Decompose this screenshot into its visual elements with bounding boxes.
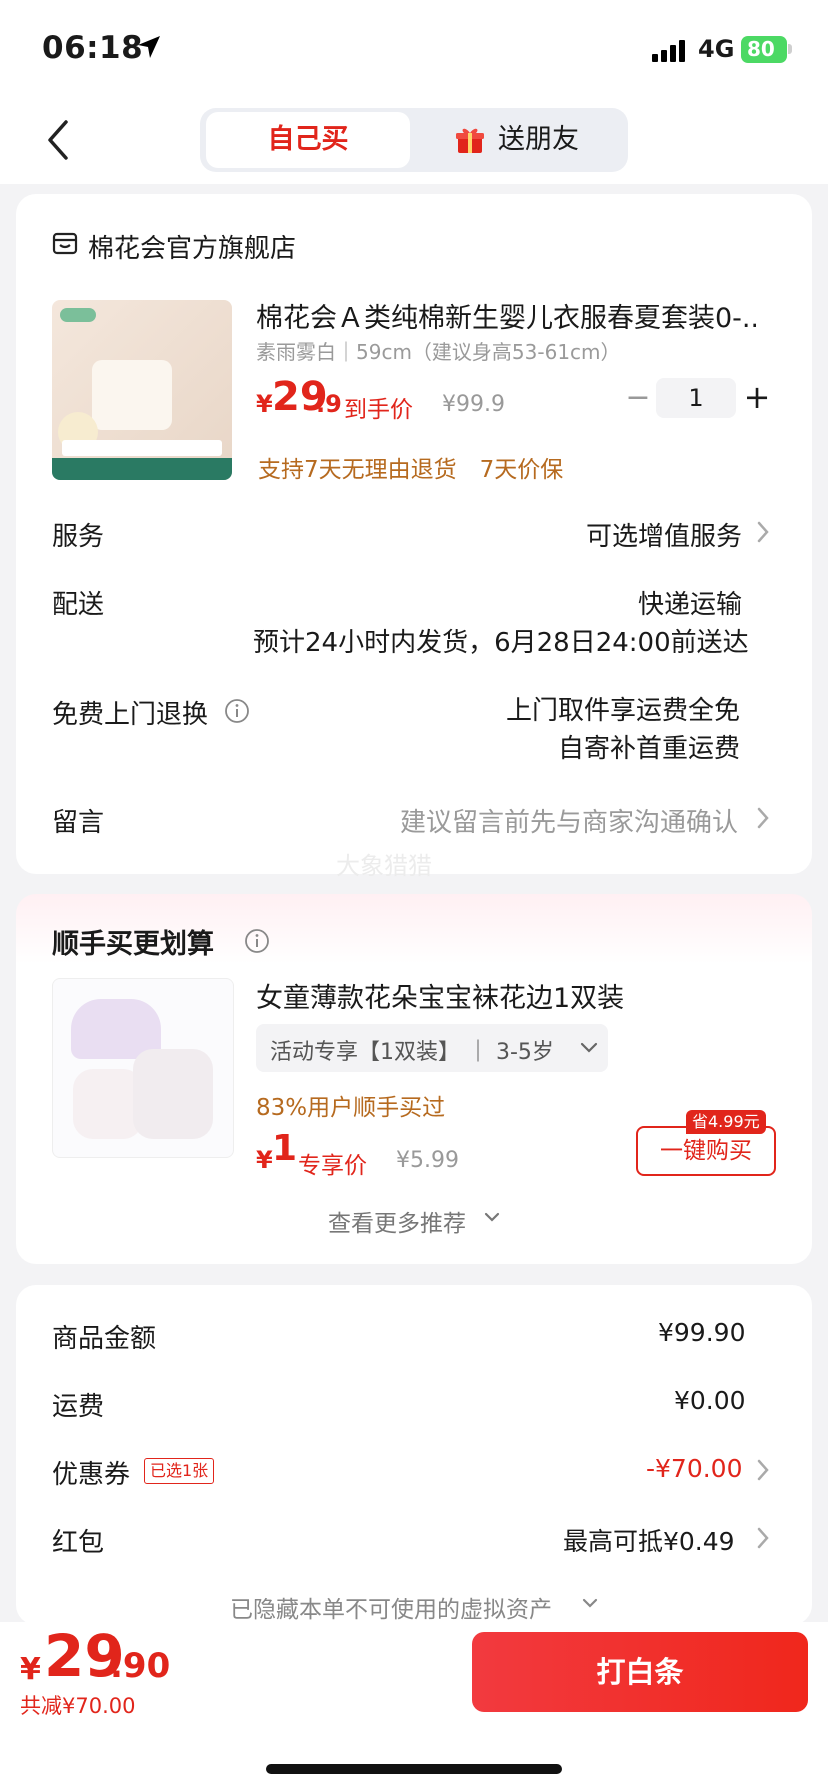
shipping-fee-label: 运费: [52, 1392, 105, 1422]
original-price: ¥99.9: [442, 392, 505, 417]
add-on-original-price: ¥5.99: [396, 1148, 459, 1173]
red-packet-label: 红包: [52, 1528, 105, 1558]
product-spec[interactable]: 素雨雾白｜59cm（建议身高53-61cm）: [256, 336, 621, 365]
delivery-method: 快递运输: [638, 590, 743, 620]
coupon-selected-tag: 已选1张: [144, 1458, 215, 1484]
price-decimal: .9: [316, 390, 342, 418]
goods-amount-label: 商品金额: [52, 1324, 157, 1354]
network-type: 4G: [698, 35, 735, 63]
delivery-eta: 预计24小时内发货，6月28日24:00前送达: [253, 628, 749, 658]
store-icon: [52, 232, 78, 255]
service-value[interactable]: 可选增值服务: [586, 516, 742, 553]
price-tag: 到手价: [344, 397, 413, 423]
add-on-title: 顺手买更划算: [52, 929, 214, 960]
location-arrow-icon: [138, 36, 160, 58]
coupon-label: 优惠券: [52, 1460, 131, 1490]
guarantee-text: 支持7天无理由退货 7天价保: [258, 457, 564, 483]
chevron-right-icon[interactable]: [756, 1526, 770, 1550]
shipping-fee-value: ¥0.00: [674, 1386, 746, 1415]
return-self-send-text: 自寄补首重运费: [558, 734, 741, 764]
status-time: 06:18: [42, 30, 144, 66]
red-packet-value[interactable]: 最高可抵¥0.49: [563, 1522, 735, 1558]
more-recommendations-link[interactable]: 查看更多推荐: [328, 1204, 466, 1238]
info-icon[interactable]: [224, 698, 250, 724]
product-title[interactable]: 棉花会Ａ类纯棉新生婴儿衣服春夏套装0-...: [256, 296, 756, 335]
hidden-assets-link[interactable]: 已隐藏本单不可使用的虚拟资产: [230, 1590, 552, 1624]
add-on-stat: 83%用户顺手买过: [256, 1095, 446, 1121]
chevron-down-icon: [580, 1042, 598, 1053]
chevron-right-icon[interactable]: [756, 806, 770, 830]
goods-amount-value: ¥99.90: [658, 1318, 746, 1347]
chevron-down-icon[interactable]: [582, 1598, 598, 1610]
back-arrow-icon[interactable]: [44, 118, 72, 162]
message-label: 留言: [52, 808, 105, 838]
return-pickup-text: 上门取件享运费全免: [506, 696, 741, 726]
quantity-input[interactable]: 1: [656, 378, 736, 418]
add-on-price-symbol: ¥: [256, 1146, 273, 1174]
chevron-right-icon[interactable]: [756, 520, 770, 544]
quantity-increase-button[interactable]: +: [742, 374, 772, 420]
product-image[interactable]: [52, 300, 232, 480]
total-decimal: .90: [110, 1646, 171, 1686]
add-on-price: 1: [272, 1128, 298, 1169]
delivery-label: 配送: [52, 590, 105, 620]
add-on-spec: 活动专享【1双装】 ｜ 3-5岁: [270, 1040, 554, 1065]
battery-tip: [788, 44, 792, 54]
gift-icon: [456, 128, 484, 153]
info-icon[interactable]: [244, 928, 270, 954]
total-saved: 共减¥70.00: [20, 1694, 136, 1718]
save-badge: 省4.99元: [686, 1110, 766, 1134]
add-on-price-tag: 专享价: [298, 1153, 367, 1179]
tab-self-buy[interactable]: 自己买: [206, 112, 410, 168]
store-name[interactable]: 棉花会官方旗舰店: [88, 228, 296, 265]
home-indicator[interactable]: [266, 1764, 562, 1774]
add-on-product-name[interactable]: 女童薄款花朵宝宝袜花边1双装: [256, 976, 624, 1015]
free-return-label: 免费上门退换: [52, 700, 209, 730]
price-symbol: ¥: [256, 390, 273, 418]
battery-level: 80: [741, 36, 787, 63]
watermark: 大象猎猎: [336, 852, 432, 880]
chevron-right-icon[interactable]: [756, 1458, 770, 1482]
total-symbol: ¥: [20, 1652, 41, 1687]
chevron-down-icon[interactable]: [484, 1212, 500, 1224]
coupon-value[interactable]: -¥70.00: [646, 1454, 743, 1483]
signal-icon: [652, 40, 685, 62]
tab-send-friend[interactable]: 送朋友: [498, 112, 579, 168]
message-input[interactable]: 建议留言前先与商家沟通确认: [400, 802, 738, 839]
pay-button[interactable]: 打白条: [472, 1632, 808, 1712]
service-label: 服务: [52, 522, 105, 552]
add-on-product-image[interactable]: [52, 978, 234, 1158]
quantity-decrease-button[interactable]: −: [624, 376, 652, 420]
